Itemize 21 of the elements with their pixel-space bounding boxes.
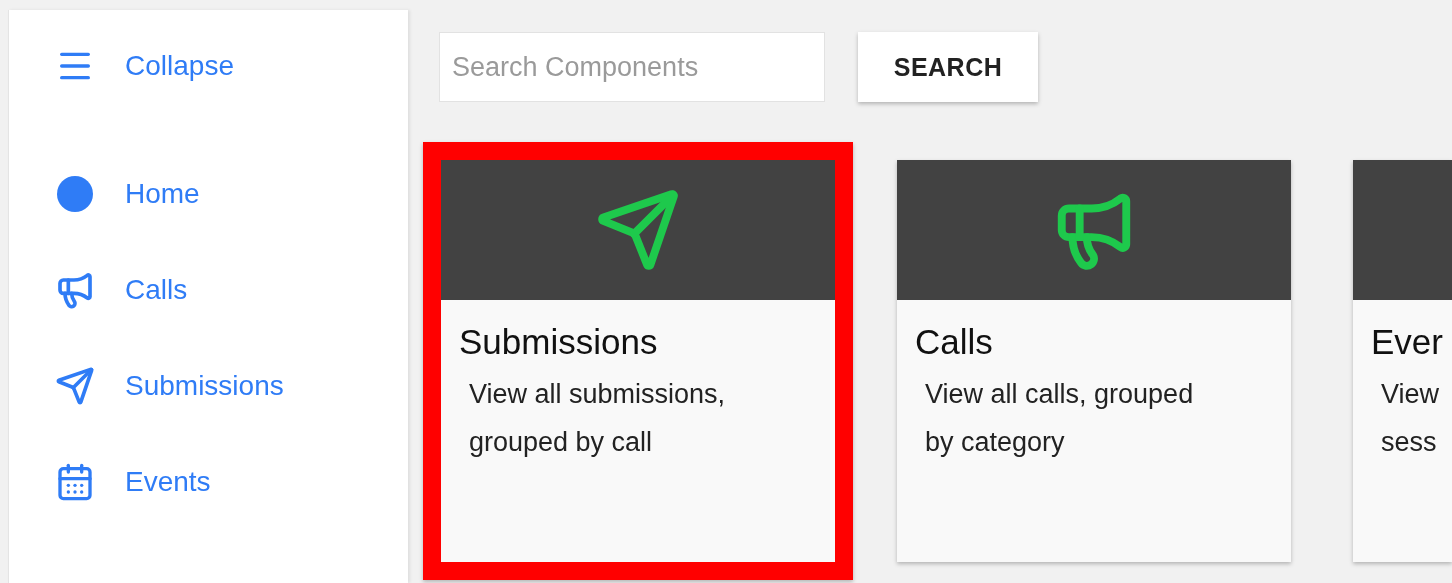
circle-icon bbox=[57, 176, 93, 212]
card-title: Calls bbox=[915, 322, 994, 362]
collapse-button[interactable]: Collapse bbox=[55, 46, 234, 86]
component-card[interactable]: Ever View sess bbox=[1353, 160, 1452, 562]
search-button[interactable]: SEARCH bbox=[858, 32, 1038, 102]
sidebar-item[interactable]: Submissions bbox=[55, 366, 284, 406]
search-field[interactable]: Search Components bbox=[439, 32, 825, 102]
card-title: Submissions bbox=[459, 322, 659, 362]
paper-plane-icon bbox=[595, 187, 681, 273]
calendar-icon bbox=[55, 462, 95, 502]
paper-plane-icon bbox=[55, 366, 95, 406]
sidebar-item[interactable]: Calls bbox=[55, 270, 188, 310]
card-description: View all calls, grouped by category bbox=[925, 378, 1195, 459]
component-card[interactable]: Calls View all calls, grouped by category bbox=[897, 160, 1291, 562]
megaphone-icon bbox=[55, 270, 95, 310]
sidebar-item[interactable]: Events bbox=[55, 462, 211, 502]
sidebar-item[interactable]: Home bbox=[55, 174, 200, 214]
component-card[interactable]: Submissions View all submissions, grouped by call bbox=[423, 142, 853, 580]
card-description: View all submissions, grouped by call bbox=[469, 378, 727, 459]
card-title: Ever bbox=[1371, 322, 1444, 362]
card-description: View sess bbox=[1381, 378, 1441, 459]
